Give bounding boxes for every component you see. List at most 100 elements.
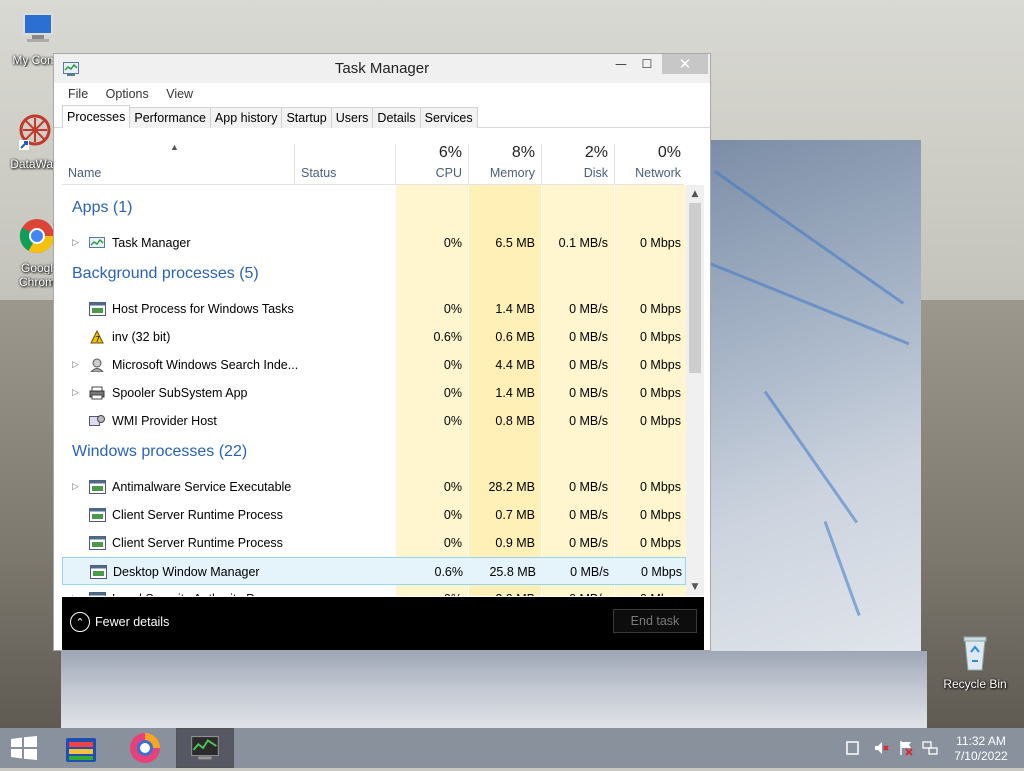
- desktop-icon-recycle-bin[interactable]: Recycle Bin: [940, 632, 1010, 691]
- scroll-up-arrow-icon[interactable]: ▲: [686, 185, 704, 203]
- action-center-flag-icon[interactable]: [898, 740, 914, 756]
- group-heading-windows[interactable]: Windows processes (22): [72, 443, 247, 461]
- process-memory-value: 1.4 MB: [495, 386, 535, 400]
- scroll-down-arrow-icon[interactable]: ▼: [686, 578, 704, 596]
- tab-performance[interactable]: Performance: [129, 107, 211, 128]
- datawag-icon: [19, 114, 51, 150]
- wallpaper-photo-construction: [704, 140, 921, 728]
- tab-processes[interactable]: Processes: [62, 105, 131, 128]
- taskbar-app-browser[interactable]: [116, 728, 174, 768]
- volume-muted-icon[interactable]: [873, 740, 889, 756]
- network-icon[interactable]: [922, 740, 938, 756]
- expand-chevron-icon[interactable]: ▷: [72, 481, 79, 492]
- service-process-icon: [89, 480, 106, 494]
- process-memory-value: 0.8 MB: [495, 414, 535, 428]
- column-header-disk[interactable]: 2% Disk: [542, 144, 614, 184]
- menu-file[interactable]: File: [68, 83, 88, 105]
- process-network-value: 0 Mbps: [640, 536, 681, 550]
- process-network-value: 0 Mbps: [615, 592, 681, 596]
- footer-bar: ⌃ Fewer details End task: [62, 597, 704, 650]
- process-disk-value: 0 MB/s: [569, 414, 608, 428]
- process-cpu-value: 0%: [443, 480, 462, 494]
- tab-startup[interactable]: Startup: [281, 107, 332, 128]
- process-cpu-value: 0.6%: [434, 565, 464, 579]
- process-disk-value: 0 MB/s: [569, 302, 608, 316]
- taskbar-app-task-manager[interactable]: [176, 728, 234, 768]
- service-process-icon: [90, 565, 107, 579]
- task-manager-process-icon: [89, 237, 105, 248]
- process-row[interactable]: ▷ Antimalware Service Executable 0% 28.2 MB…: [62, 473, 686, 501]
- inv-process-icon: 7: [90, 330, 104, 344]
- process-name: Client Server Runtime Process: [112, 536, 283, 550]
- group-heading-background[interactable]: Background processes (5): [72, 265, 259, 283]
- tab-services[interactable]: Services: [419, 107, 478, 128]
- tab-app-history[interactable]: App history: [209, 107, 283, 128]
- column-label-status: Status: [301, 166, 337, 180]
- minimize-button[interactable]: —: [608, 54, 634, 74]
- column-header-name[interactable]: ▲ Name: [62, 142, 294, 184]
- end-task-button[interactable]: End task: [613, 609, 697, 633]
- scrollbar-thumb[interactable]: [689, 203, 701, 373]
- process-row[interactable]: ▷ Spooler SubSystem App 0% 1.4 MB 0 MB/s 0 Mb…: [62, 379, 686, 407]
- process-list[interactable]: Apps (1) Background processes (5) Window…: [62, 185, 686, 596]
- process-row[interactable]: Client Server Runtime Process 0% 0.7 MB 0 M…: [62, 501, 686, 529]
- process-row[interactable]: WMI Provider Host 0% 0.8 MB 0 MB/s 0 Mbps: [62, 407, 686, 435]
- process-disk-value: 0 MB/s: [569, 330, 608, 344]
- process-name: Microsoft Windows Search Inde...: [112, 358, 299, 372]
- vertical-scrollbar[interactable]: ▲ ▼: [686, 185, 704, 596]
- memory-total-percent: 8%: [511, 144, 535, 161]
- process-network-value: 0 Mbps: [640, 414, 681, 428]
- column-label-name: Name: [68, 166, 102, 180]
- process-network-value: 0 Mbps: [640, 236, 681, 250]
- tab-strip: Processes Performance App history Startup Us…: [54, 105, 710, 128]
- process-row[interactable]: ▷ Task Manager 0% 6.5 MB 0.1 MB/s 0 Mbps: [62, 229, 686, 257]
- fewer-details-link[interactable]: Fewer details: [95, 615, 169, 629]
- show-desktop-icon[interactable]: [845, 740, 861, 756]
- column-header-cpu[interactable]: 6% CPU: [396, 144, 468, 184]
- windows-start-icon[interactable]: [10, 736, 38, 760]
- process-memory-value: 25.8 MB: [489, 565, 536, 579]
- wmi-provider-icon: [89, 415, 105, 426]
- process-name: Local Security Authority Process: [112, 592, 344, 596]
- system-clock[interactable]: 11:32 AM 7/10/2022: [946, 734, 1016, 764]
- process-cpu-value: 0%: [443, 508, 462, 522]
- expand-chevron-icon[interactable]: ▷: [72, 237, 79, 248]
- menu-view[interactable]: View: [166, 83, 193, 105]
- process-row[interactable]: ▷ Local Security Authority Process 0% 2.9 M…: [62, 585, 686, 596]
- process-row[interactable]: Desktop Window Manager 0.6% 25.8 MB 0 MB/s 0…: [62, 557, 686, 585]
- process-network-value: 0 Mbps: [640, 302, 681, 316]
- process-name: Host Process for Windows Tasks: [112, 302, 294, 316]
- tab-details[interactable]: Details: [372, 107, 421, 128]
- process-row[interactable]: 7 inv (32 bit) 0.6% 0.6 MB 0 MB/s 0 Mbps: [62, 323, 686, 351]
- menu-options[interactable]: Options: [106, 83, 149, 105]
- process-disk-value: 0 MB/s: [542, 592, 608, 596]
- process-name: Spooler SubSystem App: [112, 386, 248, 400]
- process-network-value: 0 Mbps: [640, 386, 681, 400]
- process-row[interactable]: ▷ Microsoft Windows Search Inde... 0% 4.4 M…: [62, 351, 686, 379]
- column-label-cpu: CPU: [435, 166, 462, 180]
- tab-users[interactable]: Users: [330, 107, 374, 128]
- taskbar-app-store[interactable]: [52, 728, 110, 768]
- column-header-memory[interactable]: 8% Memory: [469, 144, 541, 184]
- close-button[interactable]: ✕: [662, 54, 708, 74]
- search-indexer-icon: [90, 358, 104, 372]
- expand-chevron-icon[interactable]: ▷: [72, 359, 79, 370]
- column-header-status[interactable]: Status: [295, 144, 395, 184]
- process-cpu-value: 0%: [443, 386, 462, 400]
- chevron-up-icon[interactable]: ⌃: [70, 612, 90, 632]
- desktop-icon-label: Recycle Bin: [943, 677, 1007, 691]
- column-header-network[interactable]: 0% Network: [615, 144, 687, 184]
- title-bar[interactable]: Task Manager — ☐ ✕: [54, 54, 710, 83]
- process-network-value: 0 Mbps: [640, 480, 681, 494]
- task-manager-window[interactable]: Task Manager — ☐ ✕ File Options View Pro…: [53, 53, 711, 651]
- maximize-button[interactable]: ☐: [634, 54, 660, 74]
- process-row[interactable]: Host Process for Windows Tasks 0% 1.4 MB 0 …: [62, 295, 686, 323]
- process-name: Desktop Window Manager: [113, 565, 260, 579]
- expand-chevron-icon[interactable]: ▷: [72, 593, 79, 596]
- expand-chevron-icon[interactable]: ▷: [72, 387, 79, 398]
- computer-icon: [23, 13, 53, 42]
- process-row[interactable]: Client Server Runtime Process 0% 0.9 MB 0 M…: [62, 529, 686, 557]
- process-memory-value: 6.5 MB: [495, 236, 535, 250]
- group-heading-apps[interactable]: Apps (1): [72, 199, 132, 217]
- process-cpu-value: 0%: [443, 414, 462, 428]
